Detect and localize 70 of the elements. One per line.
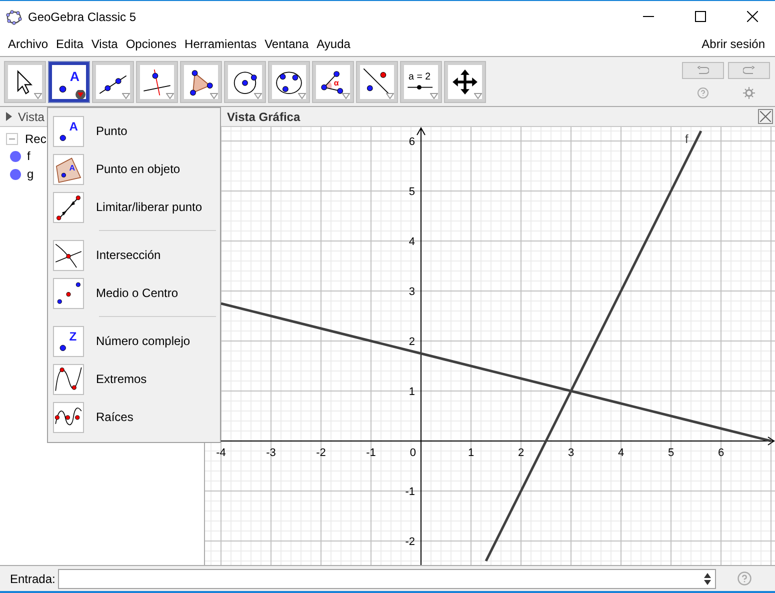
panel-title: Vista (18, 110, 44, 124)
axis-label: 6 (718, 447, 724, 459)
axis-label: 5 (668, 447, 674, 459)
dropdown-arrow-icon (254, 93, 262, 99)
tool-button[interactable] (225, 62, 265, 102)
object-name: g (27, 167, 34, 181)
menu-item[interactable]: Ventana (260, 37, 313, 51)
spinner-icon[interactable] (704, 572, 711, 584)
maximize-icon (694, 11, 706, 22)
axis-label: 4 (408, 236, 415, 248)
menu-item[interactable]: Herramientas (180, 37, 261, 51)
axis-label: -1 (366, 447, 376, 459)
panel-title: Vista Gráfica (227, 110, 300, 124)
input-label: Entrada: (10, 572, 56, 586)
axis-label: -1 (405, 486, 415, 498)
menu-item[interactable]: Opciones (122, 37, 181, 51)
axis-label: -4 (216, 447, 226, 459)
axis-label: 6 (408, 136, 415, 148)
visibility-dot[interactable] (10, 150, 21, 162)
menu-item[interactable]: Archivo (4, 37, 52, 51)
visibility-dot[interactable] (10, 168, 21, 180)
undo-icon (697, 66, 709, 75)
app-logo-icon (6, 8, 22, 24)
menu-item[interactable]: Vista (87, 37, 122, 51)
axis-label: 4 (618, 447, 624, 459)
curve-icon (54, 364, 83, 394)
collapse-toggle[interactable] (6, 132, 18, 144)
dropdown-arrow-icon (386, 93, 394, 99)
tool-button[interactable] (93, 62, 133, 102)
menu-item[interactable]: Ayuda (312, 37, 354, 51)
point-on-shape-icon: A (54, 154, 83, 184)
tool-button[interactable] (269, 62, 309, 102)
tool-button[interactable] (181, 62, 221, 102)
dropdown-arrow-icon (75, 90, 86, 99)
login-link[interactable]: Abrir sesión (698, 37, 769, 51)
dropdown-arrow-icon (474, 93, 482, 99)
axis-label: 1 (468, 447, 474, 459)
dropdown-arrow-icon (122, 93, 130, 99)
tool-button[interactable] (445, 62, 485, 102)
object-name: f (27, 149, 30, 163)
axis-label: 5 (408, 186, 415, 198)
tool-button[interactable] (5, 62, 45, 102)
tool-button[interactable] (137, 62, 177, 102)
axis-label: 2 (408, 336, 415, 348)
menu-item[interactable]: Edita (52, 37, 88, 51)
tree-label: Rec (25, 132, 46, 146)
axis-label: -2 (316, 447, 326, 459)
dropdown-arrow-icon (210, 93, 218, 99)
axis-label: 1 (408, 386, 415, 398)
axis-label: 2 (518, 447, 524, 459)
window-title: GeoGebra Classic 5 (28, 10, 138, 24)
dropdown-arrow-icon (34, 93, 42, 99)
tool-button[interactable] (357, 62, 397, 102)
collapse-triangle-icon[interactable] (6, 112, 12, 121)
dropdown-arrow-icon (298, 93, 306, 99)
line-label: f (685, 132, 688, 146)
redo-icon (743, 66, 755, 75)
axis-label: -2 (405, 536, 415, 548)
double-arrow-icon (54, 192, 83, 222)
dropdown-arrow-icon (430, 93, 438, 99)
axis-label: -3 (266, 447, 276, 459)
input-field[interactable] (58, 568, 716, 588)
axis-label: 3 (568, 447, 574, 459)
axis-label: 3 (408, 286, 415, 298)
axis-label: 0 (410, 447, 416, 459)
dropdown-arrow-icon (166, 93, 174, 99)
close-icon (746, 11, 758, 22)
graph-canvas[interactable]: -4 -3 -2 -1 0 1 2 3 4 5 6 -2 -1 1 2 3 4 5 6 f (205, 127, 775, 565)
dropdown-arrow-icon (342, 93, 350, 99)
minus-icon (9, 136, 15, 142)
